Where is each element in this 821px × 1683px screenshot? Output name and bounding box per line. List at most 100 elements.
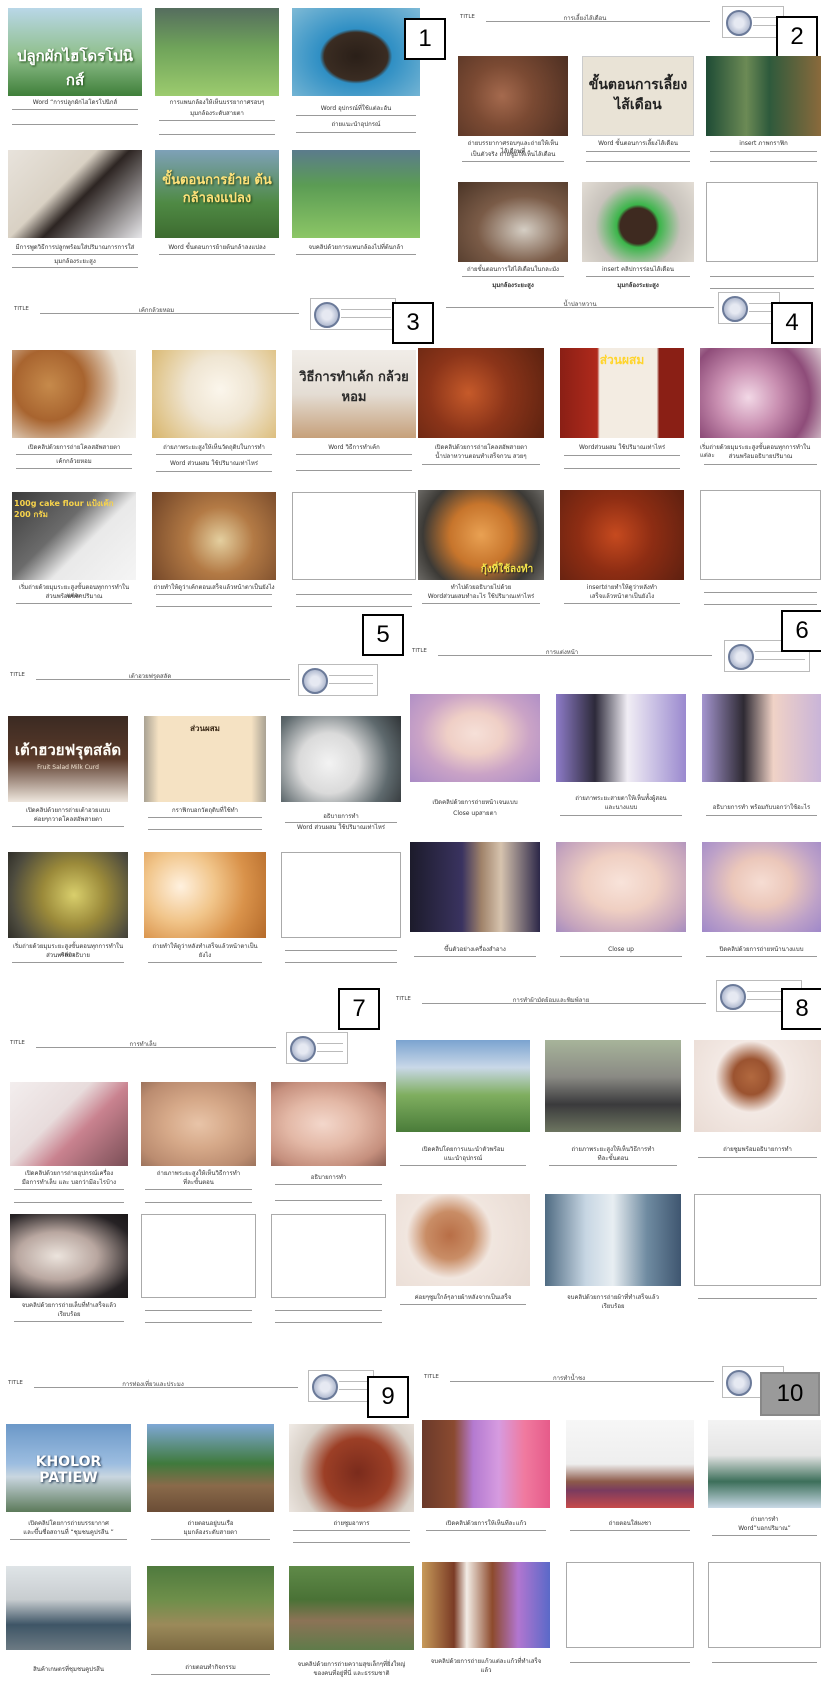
frame-image [281,716,401,802]
caption: ถ่ายตอนใส่ผงชา [608,1520,652,1527]
frame-image: ขั้นตอนการย้าย ต้นกล้าลงแปลง [155,150,279,238]
storyboard-frame [708,1562,821,1683]
overlay-title: วิธีการทำเค้ก กล้วยหอม [299,370,409,405]
frame-image [141,1082,256,1166]
frame-image [702,842,821,932]
panel-number: 7 [338,988,380,1030]
frame-image [545,1040,681,1132]
caption: ส่วนพร้อมบอกปริมาณ [45,593,103,600]
empty-frame [271,1214,386,1298]
storyboard-frame: ขั้นตอนการย้าย ต้นกล้าลงแปลง Word ขั้นตอ… [155,150,279,268]
frame-image [271,1082,386,1166]
caption: น้ำปลาหวานตอนทำเสร็จกวน สวยๆ [435,453,527,460]
storyboard-frame: ขึ้นตัวอย่างเครื่องสำอาง [410,842,540,962]
caption: ถ่ายทำให้ดูว่าหลังทำเสร็จแล้วหน้าตาเป็น [152,943,258,950]
caption: เปิดคลิปโดยการแนะนำตัวพร้อม [421,1146,505,1153]
storyboard-frame: ขั้นตอนการเลี้ยง ไส้เดือน Word ขั้นตอนกา… [582,56,694,166]
storyboard-frame: ส่วนผสม Wordส่วนผสม ใช้ปริมาณเท่าไหร่ [560,348,684,478]
storyboard-frame: มีการพูดวิธีการปลูกพร้อมใส่ปริมาณการการใ… [8,150,142,268]
school-logo [310,298,396,330]
storyboard-frame [694,1194,821,1314]
panel-title: เค้กกล้วยหอม [138,307,175,314]
frame-image: ส่วนผสม [560,348,684,438]
overlay-title: ปลูกผักไฮโดรโปนิกส์ [16,47,134,89]
storyboard-frame: ถ่ายขั้นตอนการใส่ไส้เดือนในกละมัง มุมกล้… [458,182,568,294]
frame-image [708,1420,821,1508]
caption: จบคลิปด้วยการถ่ายเล็บที่ทำเสร็จแล้ว [21,1302,117,1309]
frame-image [10,1082,128,1166]
school-logo [722,6,784,38]
storyboard-frame: จบคลิปด้วยการถ่ายผ้าที่ทำเสร็จแล้ว เรียบ… [545,1194,681,1314]
storyboard-frame: ถ่ายทำให้ดูว่าหลังทำเสร็จแล้วหน้าตาเป็น … [144,852,266,970]
storyboard-frame [292,492,416,610]
panel-title: น้ำปลาหวาน [563,301,597,308]
empty-frame [700,490,821,580]
caption: แนะนำอุปกรณ์ [443,1155,483,1162]
caption: จบคลิปด้วยการถ่ายความสุขเล็กๆที่ยิ่งใหญ่ [297,1661,406,1668]
title-row: น้ำปลาหวาน [446,300,714,310]
storyboard-frame: เปิดคลิปด้วยการถ่ายโคลสอัพสายตา เค้กกล้ว… [12,350,136,478]
panel-title: การทำน้ำชง [552,1375,586,1382]
frame-image [422,1420,550,1508]
caption: Close up [608,946,634,953]
frame-image [700,348,821,438]
empty-frame [141,1214,256,1298]
frame-image [289,1566,414,1650]
storyboard-frame: เปิดคลิปโดยการแนะนำตัวพร้อม แนะนำอุปกรณ์ [396,1040,530,1170]
storyboard-frame: เริ่มถ่ายด้วยมุมระยะสูงขั้นตอนทุกการทำใน… [8,852,128,970]
storyboard-frame [281,852,401,970]
storyboard-frame: เริ่มถ่ายด้วยมุมระยะสูงขั้นตอนทุกการทำใน… [700,348,821,478]
frame-image [12,350,136,438]
storyboard-frame [141,1214,256,1330]
storyboard-frame [271,1214,386,1330]
frame-image [556,842,686,932]
caption: ถ่ายภาพระยะสูงให้เห็นวัตถุดิบในการทำ [163,444,265,451]
storyboard-frame: ถ่ายซูมพร้อมอธิบายการทำ [694,1040,821,1170]
storyboard-frame: การแพนกล้องให้เห็นบรรยากาศรอบๆ มุมกล้องร… [155,8,279,136]
storyboard-frame: ถ่ายทำให้ดูว่าเค้กตอนเสร็จแล้วหน้าตาเป็น… [152,492,276,610]
caption: ถ่ายแนะนำอุปกรณ์ [331,121,381,128]
caption: มุมกล้องระยะสูง [492,282,534,289]
frame-image [147,1424,274,1512]
storyboard-frame: เปิดคลิปด้วยการถ่ายโคลสอัพสายตา น้ำปลาหว… [418,348,544,478]
frame-image [706,56,821,136]
seal-icon [302,668,328,694]
caption: ถ่ายการทำ [750,1516,779,1523]
frame-image [152,492,276,580]
caption: เปิดคลิปด้วยการถ่ายอุปกรณ์เครื่อง [24,1170,114,1177]
storyboard-frame: จบคลิปด้วยการถ่ายเล็บที่ทำเสร็จแล้ว เรีย… [10,1214,128,1330]
storyboard-frame: เต้าฮวยฟรุตสลัด Fruit Salad Milk Curd เป… [8,716,128,834]
frame-image [292,8,420,96]
caption: เปิดคลิปด้วยการถ่ายเต้าฮวยแบบ [25,807,111,814]
caption: Close upสายตา [453,810,497,817]
title-row: TITLE การทำน้ำชง [424,1374,714,1384]
storyboard-frame: Close up [556,842,686,962]
storyboard-frame: ปลูกผักไฮโดรโปนิกส์ Word “การปลูกผักไฮโด… [8,8,142,136]
overlay-title: KHOLOR PATIEW [35,1454,102,1486]
overlay-title: ขั้นตอนการย้าย ต้นกล้าลงแปลง [162,173,272,206]
overlay-title: 100g cake flour แป้งเค้ก 200 กรัม [14,499,114,519]
caption: insert ภาพกราฟิก [739,140,788,147]
caption: มีการพูดวิธีการปลูกพร้อมใส่ปริมาณการการใ… [15,244,135,251]
caption: ที่ละขั้นตอน [183,1179,214,1186]
caption: ถ่ายซูมพร้อมอธิบายการทำ [723,1146,792,1153]
empty-frame [706,182,818,262]
caption: Wordส่วนผสมทำอะไร ใช้ปริมาณเท่าไหร่ [427,593,535,600]
caption: มือการทำเล็บ และ บอกว่ามีอะไรบ้าง [21,1179,117,1186]
frame-image [10,1214,128,1298]
caption: ทำไปด้วยอธิบายไปด้วย [450,584,512,591]
storyboard-frame: อธิบายการทำ [271,1082,386,1210]
title-row: TITLE การเลี้ยงไส้เดือน [460,14,710,24]
caption: เปิดคลิปด้วยการถ่ายโคลสอัพสายตา [434,444,528,451]
title-row: TITLE เต้าฮวยฟรุตสลัด [10,672,290,682]
storyboard-frame: Word อุปกรณ์ที่ใช้แต่ละอัน ถ่ายแนะนำอุปก… [292,8,420,136]
storyboard-frame: จบคลิปด้วยการถ่ายความสุขเล็กๆที่ยิ่งใหญ่… [289,1566,414,1683]
panel-title: เต้าฮวยฟรุตสลัด [128,673,172,680]
overlay-subtitle: Fruit Salad Milk Curd [37,764,99,771]
overlay-title: เต้าฮวยฟรุตสลัด [14,741,122,759]
caption: มุมกล้องระยะสูง [54,258,96,265]
caption: เป็นตัวจริง ถ่ายซูมให้เห็นไส้เดือน [470,151,556,158]
storyboard-frame: ถ่ายตอนอยู่บนเรือ มุมกล้องระดับสายตา [147,1424,274,1558]
caption: ปิดคลิปด้วยการถ่ายหน้านางแบบ [719,946,804,953]
title-row: TITLE การทำเล็บ [10,1040,276,1050]
